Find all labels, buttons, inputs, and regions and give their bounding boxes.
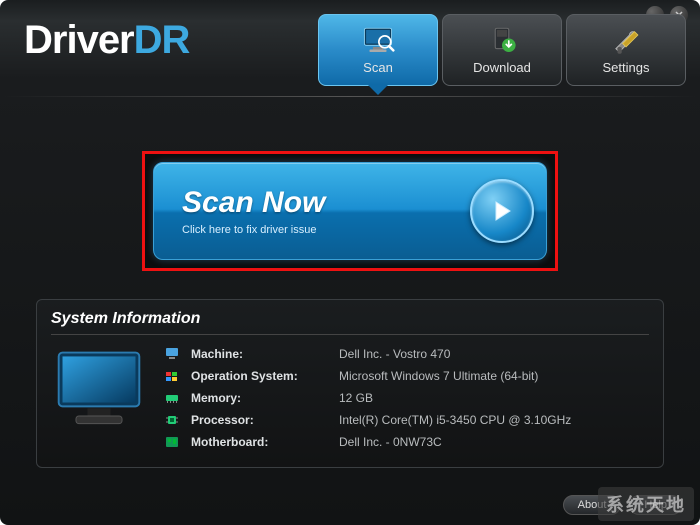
- machine-label: Machine:: [191, 347, 339, 361]
- watermark: 系统天地: [598, 487, 694, 521]
- download-icon: [485, 26, 519, 56]
- row-memory: Memory: 12 GB: [163, 387, 649, 409]
- memory-icon: [163, 391, 181, 405]
- os-label: Operation System:: [191, 369, 339, 383]
- sysinfo-table: Machine: Dell Inc. - Vostro 470 Operatio…: [163, 343, 649, 453]
- motherboard-icon: [163, 435, 181, 449]
- row-machine: Machine: Dell Inc. - Vostro 470: [163, 343, 649, 365]
- tab-download[interactable]: Download: [442, 14, 562, 86]
- settings-tools-icon: [609, 26, 643, 56]
- row-cpu: Processor: Intel(R) Core(TM) i5-3450 CPU…: [163, 409, 649, 431]
- logo-text-main: Driver: [24, 18, 134, 62]
- tab-settings[interactable]: Settings: [566, 14, 686, 86]
- motherboard-value: Dell Inc. - 0NW73C: [339, 435, 442, 449]
- scan-button-text: Scan Now Click here to fix driver issue: [182, 186, 470, 236]
- play-arrow-icon: [470, 179, 534, 243]
- cpu-icon: [163, 413, 181, 427]
- app-window: DriverDR Scan: [0, 0, 700, 525]
- memory-label: Memory:: [191, 391, 339, 405]
- tab-settings-label: Settings: [603, 60, 650, 75]
- motherboard-label: Motherboard:: [191, 435, 339, 449]
- os-icon: [163, 369, 181, 383]
- cpu-value: Intel(R) Core(TM) i5-3450 CPU @ 3.10GHz: [339, 413, 571, 427]
- tab-scan-label: Scan: [363, 60, 393, 75]
- machine-icon: [163, 347, 181, 361]
- memory-value: 12 GB: [339, 391, 373, 405]
- main-content: Scan Now Click here to fix driver issue …: [0, 97, 700, 484]
- os-value: Microsoft Windows 7 Ultimate (64-bit): [339, 369, 538, 383]
- row-motherboard: Motherboard: Dell Inc. - 0NW73C: [163, 431, 649, 453]
- monitor-icon: [51, 343, 147, 439]
- scan-subtitle: Click here to fix driver issue: [182, 224, 470, 236]
- monitor-search-icon: [361, 26, 395, 56]
- main-tabs: Scan Download Settings: [318, 14, 686, 86]
- scan-now-button[interactable]: Scan Now Click here to fix driver issue: [153, 162, 547, 260]
- machine-value: Dell Inc. - Vostro 470: [339, 347, 450, 361]
- tab-scan[interactable]: Scan: [318, 14, 438, 86]
- app-logo: DriverDR: [24, 18, 189, 63]
- tab-download-label: Download: [473, 60, 531, 75]
- logo-text-suffix: DR: [134, 18, 190, 62]
- scan-highlight-box: Scan Now Click here to fix driver issue: [142, 151, 558, 271]
- row-os: Operation System: Microsoft Windows 7 Ul…: [163, 365, 649, 387]
- cpu-label: Processor:: [191, 413, 339, 427]
- header: DriverDR Scan: [0, 0, 700, 86]
- scan-title: Scan Now: [182, 186, 470, 220]
- sysinfo-heading: System Information: [51, 310, 649, 335]
- system-information-panel: System Information Machine: Dell Inc. - …: [36, 299, 664, 468]
